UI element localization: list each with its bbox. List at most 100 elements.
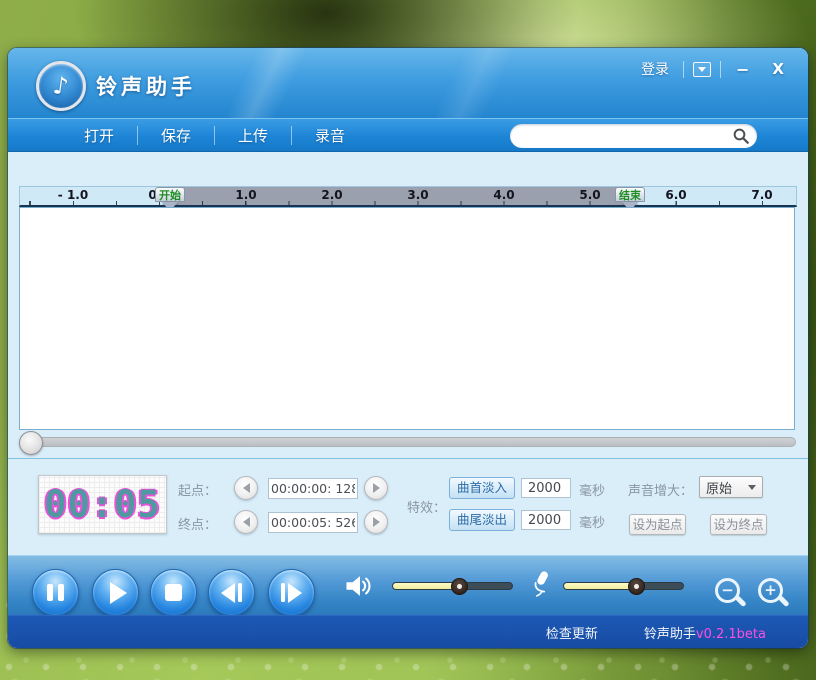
close-button[interactable]: X	[764, 60, 792, 78]
gain-dropdown[interactable]: 原始	[699, 476, 763, 498]
pause-icon	[47, 584, 53, 601]
end-time-field[interactable]	[268, 512, 358, 533]
start-marker-label: 开始	[155, 187, 185, 202]
arrow-right-icon	[373, 517, 380, 527]
gain-dropdown-value: 原始	[706, 478, 748, 497]
start-increment-button[interactable]	[364, 476, 388, 500]
arrow-left-icon	[243, 483, 250, 493]
mic-slider[interactable]	[563, 582, 684, 590]
ruler-tick-label: 3.0	[407, 188, 428, 202]
ruler-tick-label: - 1.0	[58, 188, 88, 202]
effects-label: 特效：	[407, 497, 446, 516]
ruler-tick-label: 7.0	[751, 188, 772, 202]
arrow-left-icon	[243, 517, 250, 527]
step-back-button[interactable]	[208, 569, 255, 616]
version-text: 铃声助手v0.2.1beta	[644, 623, 766, 642]
step-back-icon	[238, 583, 242, 602]
desktop-background: ♪ 铃声助手 登录 − X 打开 保存 上传	[0, 0, 816, 680]
time-display: 00:05	[38, 475, 167, 534]
toolbar-buttons: 打开 保存 上传 录音	[64, 125, 365, 146]
ruler-tick-marks	[20, 201, 796, 205]
magnifier-handle	[778, 595, 790, 607]
play-button[interactable]	[92, 569, 139, 616]
step-forward-icon	[281, 583, 285, 602]
player-bar: − +	[8, 555, 808, 615]
mic-slider-fill	[564, 583, 638, 589]
timeline-ruler[interactable]: - 1.0 0.0 1.0 2.0 3.0 4.0 5.0 6.0 7.0 开始…	[19, 186, 797, 207]
end-marker[interactable]: 结束	[615, 187, 645, 202]
magnifier-handle	[735, 595, 747, 607]
stop-button[interactable]	[150, 569, 197, 616]
zoom-in-button[interactable]: +	[758, 578, 788, 610]
start-decrement-button[interactable]	[234, 476, 258, 500]
fade-out-ms-input[interactable]	[521, 510, 571, 530]
titlebar[interactable]: ♪ 铃声助手 登录 − X	[8, 48, 808, 118]
step-forward-button[interactable]	[268, 569, 315, 616]
version-app-name: 铃声助手	[644, 627, 696, 642]
chevron-down-icon	[748, 485, 756, 490]
mic-slider-thumb[interactable]	[628, 578, 645, 595]
step-forward-icon	[288, 583, 302, 603]
skin-menu-button[interactable]	[693, 62, 711, 77]
ms-label: 毫秒	[579, 480, 605, 499]
titlebar-separator	[683, 61, 684, 78]
set-end-button[interactable]: 设为终点	[710, 514, 767, 535]
save-button[interactable]: 保存	[141, 125, 211, 146]
time-display-value: 00:05	[44, 483, 160, 526]
arrow-right-icon	[373, 483, 380, 493]
record-button[interactable]: 录音	[295, 125, 365, 146]
minimize-button[interactable]: −	[730, 60, 755, 79]
login-button[interactable]: 登录	[636, 58, 674, 80]
fade-out-button[interactable]: 曲尾淡出	[449, 509, 515, 531]
microphone-icon	[528, 568, 554, 600]
fade-in-button[interactable]: 曲首淡入	[449, 477, 515, 499]
start-point-label: 起点：	[178, 480, 217, 499]
search-icon[interactable]	[732, 127, 750, 145]
toolbar-separator	[291, 126, 292, 145]
fade-in-ms-input[interactable]	[521, 478, 571, 498]
pause-button[interactable]	[32, 569, 79, 616]
volume-slider[interactable]	[392, 582, 513, 590]
app-title: 铃声助手	[96, 71, 196, 101]
waveform-area[interactable]	[19, 207, 795, 430]
version-number: v0.2.1beta	[696, 627, 766, 642]
ruler-tick-label: 4.0	[493, 188, 514, 202]
window-controls: 登录 − X	[636, 58, 792, 80]
upload-button[interactable]: 上传	[218, 125, 288, 146]
toolbar-separator	[214, 126, 215, 145]
gain-label: 声音增大：	[628, 480, 693, 499]
search-box[interactable]	[510, 124, 757, 148]
ms-label: 毫秒	[579, 512, 605, 531]
music-note-icon: ♪	[51, 71, 70, 101]
toolbar: 打开 保存 上传 录音	[8, 118, 808, 152]
end-decrement-button[interactable]	[234, 510, 258, 534]
ruler-tick-label: 5.0	[579, 188, 600, 202]
app-logo-icon: ♪	[36, 61, 86, 111]
search-input[interactable]	[522, 126, 732, 146]
open-button[interactable]: 打开	[64, 125, 134, 146]
start-time-field[interactable]	[268, 478, 358, 499]
ruler-tick-label: 6.0	[665, 188, 686, 202]
scrollbar-thumb[interactable]	[19, 431, 43, 455]
step-back-icon	[221, 583, 235, 603]
panel-divider	[8, 458, 808, 459]
chevron-down-icon	[698, 67, 706, 72]
end-increment-button[interactable]	[364, 510, 388, 534]
stop-icon	[165, 584, 182, 601]
app-window: ♪ 铃声助手 登录 − X 打开 保存 上传	[8, 48, 808, 648]
titlebar-separator	[720, 61, 721, 78]
end-point-label: 终点：	[178, 514, 217, 533]
play-icon	[110, 582, 127, 604]
check-update-link[interactable]: 检查更新	[546, 623, 598, 642]
zoom-out-button[interactable]: −	[715, 578, 745, 610]
pause-icon	[58, 584, 64, 601]
start-marker[interactable]: 开始	[155, 187, 185, 202]
toolbar-separator	[137, 126, 138, 145]
plus-sign: +	[764, 583, 777, 598]
end-marker-label: 结束	[615, 187, 645, 202]
volume-slider-thumb[interactable]	[451, 578, 468, 595]
set-start-button[interactable]: 设为起点	[629, 514, 686, 535]
speaker-icon	[344, 571, 376, 601]
status-bar: 检查更新 铃声助手v0.2.1beta	[8, 615, 808, 648]
waveform-scrollbar[interactable]	[20, 437, 796, 447]
